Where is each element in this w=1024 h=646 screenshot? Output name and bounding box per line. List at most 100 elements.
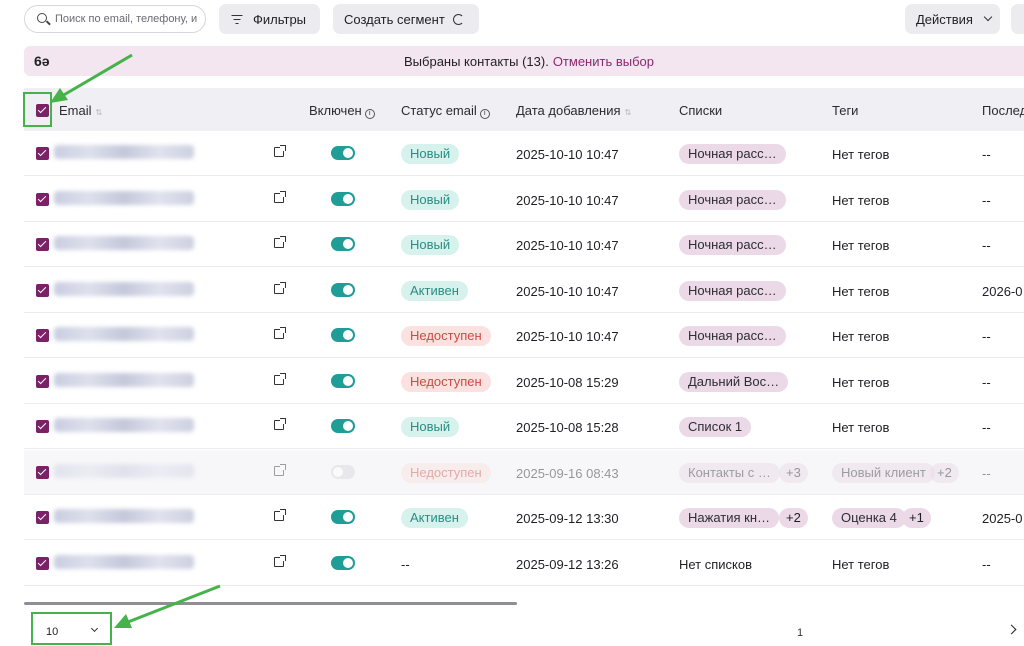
external-link-icon[interactable] — [274, 145, 286, 157]
list-more-pill[interactable]: +3 — [779, 462, 808, 483]
row-checkbox[interactable] — [36, 465, 49, 479]
last-activity: -- — [982, 192, 991, 208]
email-cell-blurred[interactable] — [54, 145, 194, 159]
chevron-down-icon — [983, 12, 993, 22]
annotation-box-page-size — [31, 612, 112, 645]
external-link-icon[interactable] — [274, 327, 286, 339]
column-tags[interactable]: Теги — [832, 103, 858, 118]
tags-text: Нет тегов — [832, 147, 890, 162]
enabled-toggle[interactable] — [331, 237, 355, 251]
row-checkbox[interactable] — [36, 374, 49, 388]
row-checkbox[interactable] — [36, 238, 49, 251]
date-added: 2025-09-12 13:30 — [516, 511, 619, 526]
external-link-icon[interactable] — [274, 190, 286, 203]
more-button[interactable] — [1011, 4, 1024, 34]
list-pill: Ночная расс… — [679, 189, 786, 210]
actions-dropdown[interactable]: Действия — [905, 4, 1000, 34]
column-lists[interactable]: Списки — [679, 103, 722, 118]
external-link-icon[interactable] — [274, 509, 286, 521]
tag-more-pill[interactable]: +2 — [930, 462, 959, 483]
external-link-icon[interactable] — [274, 418, 286, 430]
table-row[interactable]: Новый 2025-10-10 10:47 Ночная расс… Нет тег… — [24, 222, 1024, 267]
table-row[interactable]: Недоступен 2025-10-10 10:47 Ночная расс… Не… — [24, 313, 1024, 358]
table-header: Email ⇅ Включен i Статус email i Дата добав… — [24, 88, 1024, 131]
status-badge: Активен — [401, 508, 468, 528]
column-last[interactable]: Послед — [982, 103, 1024, 118]
table-row[interactable]: Активен 2025-09-12 13:30 Нажатия кн… +2 Оцен… — [24, 495, 1024, 540]
enabled-toggle[interactable] — [331, 373, 355, 388]
last-activity: 2025-0 — [982, 511, 1023, 526]
table-row[interactable]: Недоступен 2025-09-16 08:43 Контакты с … +3… — [24, 449, 1024, 495]
external-link-icon[interactable] — [274, 463, 286, 476]
table-row[interactable]: Новый 2025-10-08 15:28 Список 1 Нет тегов -- — [24, 404, 1024, 449]
sort-icon: ⇅ — [624, 108, 632, 117]
selection-count-text: Выбраны контакты (13). — [404, 53, 549, 69]
column-email-status[interactable]: Статус email i — [401, 103, 490, 119]
column-enabled-label: Включен — [309, 103, 362, 118]
search-icon — [37, 13, 47, 23]
external-link-icon[interactable] — [274, 281, 286, 294]
row-checkbox[interactable] — [36, 556, 49, 570]
row-checkbox[interactable] — [36, 329, 49, 342]
enabled-toggle[interactable] — [331, 464, 355, 479]
cancel-selection-link[interactable]: Отменить выбор — [553, 54, 654, 69]
page-number[interactable]: 1 — [797, 627, 803, 639]
email-cell-blurred[interactable] — [54, 327, 194, 341]
row-checkbox[interactable] — [36, 147, 49, 160]
table-row[interactable]: Недоступен 2025-10-08 15:29 Дальний Вос… Не… — [24, 359, 1024, 404]
column-email-label: Email — [59, 103, 92, 118]
last-activity: -- — [982, 238, 991, 253]
email-cell-blurred[interactable] — [54, 418, 194, 432]
enabled-toggle[interactable] — [331, 191, 355, 206]
email-cell-blurred[interactable] — [54, 281, 194, 296]
date-added: 2025-10-10 10:47 — [516, 283, 619, 299]
row-checkbox[interactable] — [36, 192, 49, 206]
next-page-icon[interactable] — [1006, 624, 1017, 635]
refresh-icon — [452, 13, 464, 25]
lists-text: Нет списков — [679, 556, 753, 572]
list-pill: Ночная расс… — [679, 280, 786, 301]
horizontal-scrollbar[interactable] — [24, 602, 517, 605]
column-email[interactable]: Email ⇅ — [59, 103, 102, 118]
external-link-icon[interactable] — [274, 554, 286, 567]
search-input[interactable] — [55, 11, 201, 27]
list-pill: Контакты с … — [679, 462, 780, 483]
status-badge: Недоступен — [401, 371, 491, 392]
enabled-toggle[interactable] — [331, 510, 355, 524]
create-segment-button[interactable]: Создать сегмент — [333, 4, 479, 34]
filters-button[interactable]: Фильтры — [219, 4, 320, 34]
email-cell-blurred[interactable] — [54, 190, 194, 205]
enabled-toggle[interactable] — [331, 146, 355, 160]
row-checkbox[interactable] — [36, 420, 49, 433]
table-row[interactable]: -- 2025-09-12 13:26 Нет списков Нет тегов -- — [24, 541, 1024, 586]
email-cell-blurred[interactable] — [54, 372, 194, 387]
tags-text: Нет тегов — [832, 556, 890, 572]
list-more-pill[interactable]: +2 — [779, 508, 808, 528]
row-checkbox[interactable] — [36, 283, 49, 297]
row-checkbox[interactable] — [36, 511, 49, 524]
external-link-icon[interactable] — [274, 236, 286, 248]
table-row[interactable]: Активен 2025-10-10 10:47 Ночная расс… Нет т… — [24, 268, 1024, 313]
email-cell-blurred[interactable] — [54, 509, 194, 523]
enabled-toggle[interactable] — [331, 419, 355, 433]
email-cell-blurred[interactable] — [54, 463, 194, 478]
date-added: 2025-10-08 15:29 — [516, 374, 619, 390]
enabled-toggle[interactable] — [331, 328, 355, 342]
table-row[interactable]: Новый 2025-10-10 10:47 Ночная расс… Нет тег… — [24, 177, 1024, 222]
email-cell-blurred[interactable] — [54, 554, 194, 569]
list-pill: Ночная расс… — [679, 235, 786, 255]
email-cell-blurred[interactable] — [54, 236, 194, 250]
tag-more-pill[interactable]: +1 — [902, 508, 931, 528]
tags-text: Нет тегов — [832, 238, 890, 253]
search-box[interactable] — [24, 5, 206, 33]
column-date-added[interactable]: Дата добавления ⇅ — [516, 103, 631, 118]
actions-label: Действия — [916, 11, 973, 27]
last-activity: -- — [982, 420, 991, 435]
tags-text: Нет тегов — [832, 329, 890, 344]
list-pill: Нажатия кн… — [679, 508, 779, 528]
enabled-toggle[interactable] — [331, 555, 355, 570]
external-link-icon[interactable] — [274, 372, 286, 385]
enabled-toggle[interactable] — [331, 282, 355, 297]
column-enabled[interactable]: Включен i — [309, 103, 375, 119]
table-row[interactable]: Новый 2025-10-10 10:47 Ночная расс… Нет тег… — [24, 131, 1024, 176]
